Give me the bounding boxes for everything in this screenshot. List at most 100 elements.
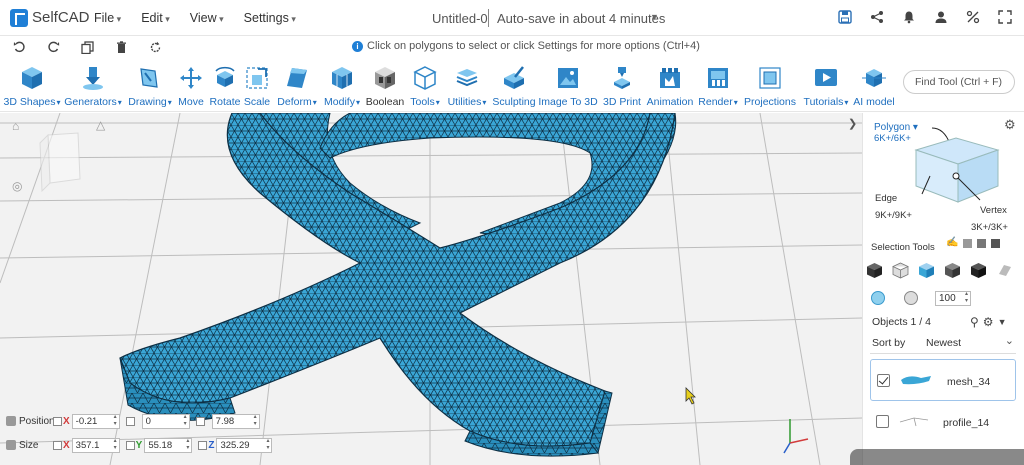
document-title[interactable]: Untitled-0 [432,11,488,26]
autosave-dropdown-icon[interactable]: ▼ [650,12,659,22]
lock-position-x-checkbox[interactable] [53,416,62,426]
refresh-icon[interactable] [146,39,164,55]
scale-icon [244,64,270,92]
position-z-input[interactable]: 7.98 [211,413,260,429]
tool-render[interactable]: Render [697,60,739,112]
edge-count: 9K+/9K+ [875,210,912,221]
objects-settings-gear-icon[interactable]: ⚙ [983,315,994,329]
select-cube-icon[interactable] [963,239,973,248]
face-cube-select-icon[interactable] [918,262,935,279]
object-item-mesh-34[interactable]: mesh_34 [870,359,1016,401]
lock-size-y-checkbox[interactable] [125,440,135,450]
size-y-input[interactable]: 55.18 [144,437,193,453]
tool-generators[interactable]: Generators [62,60,124,112]
notification-bell-icon[interactable] [900,8,918,26]
boolean-icon [372,64,398,92]
tool-animation[interactable]: Animation [644,60,696,112]
save-icon[interactable] [836,8,854,26]
menu-file[interactable]: File [94,11,121,25]
tool-3d-shapes[interactable]: 3D Shapes [2,60,62,112]
delete-trash-icon[interactable] [112,39,130,55]
find-tool-input[interactable]: Find Tool (Ctrl + F) [903,70,1015,94]
brush-size-input[interactable]: 100 [935,291,971,306]
tool-projections[interactable]: Projections [742,60,798,112]
tool-sculpting[interactable]: Sculpting [491,60,537,112]
fullscreen-icon[interactable] [996,8,1014,26]
menu-view[interactable]: View [190,11,224,25]
wire-cube-select-icon[interactable] [892,262,909,279]
app-logo[interactable]: SelfCAD [10,8,90,27]
tool-tutorials[interactable]: Tutorials [800,60,852,112]
ai-model-icon [861,64,887,92]
home-view-icon[interactable]: ⌂ [12,119,19,133]
sculpting-brush-icon [501,64,527,92]
tool-image-to-3d[interactable]: Image To 3D [538,60,598,112]
units-percent-icon[interactable] [964,8,982,26]
tool-scale[interactable]: Scale [243,60,271,112]
perspective-camera-icon[interactable]: △ [96,118,105,132]
sort-by-select[interactable]: Newest [926,334,1014,349]
vertex-count: 3K+/3K+ [971,222,1008,233]
mesh-34-object [119,113,677,457]
object-item-profile-14[interactable]: profile_14 [870,404,1016,442]
axis-gizmo [783,419,809,454]
tool-tools[interactable]: Tools [407,60,443,112]
sort-divider [870,353,1016,354]
edge-mode-label[interactable]: Edge [875,193,897,204]
tool-deform[interactable]: Deform [273,60,321,112]
solid-cube-select-icon[interactable] [866,262,883,279]
position-y-input[interactable]: 0 [141,413,190,429]
shaded-cube-select-icon[interactable] [944,262,961,279]
vertex-mode-label[interactable]: Vertex [980,205,1007,216]
undo-icon[interactable] [10,39,28,55]
size-icon [6,440,16,450]
position-icon [6,416,16,426]
position-x-input[interactable]: -0.21 [71,413,120,429]
lock-position-y-checkbox[interactable] [125,416,135,426]
tool-boolean[interactable]: Boolean [364,60,406,112]
hint-text: Click on polygons to select or click Set… [367,40,700,52]
orbit-target-icon[interactable]: ◎ [12,179,22,193]
menu-settings[interactable]: Settings [244,11,296,25]
modify-icon [329,64,355,92]
autosave-status[interactable]: Auto-save in about 4 minutes [497,11,665,26]
share-icon[interactable] [868,8,886,26]
lasso-select-icon[interactable]: ✍ [946,237,958,248]
objects-menu-caret-icon[interactable]: ▼ [998,317,1007,329]
tool-modify[interactable]: Modify [321,60,363,112]
redo-icon[interactable] [44,39,62,55]
transform-panel: Position X -0.21 0 7.98 Size X 357.1 Y 5… [6,412,306,462]
position-row: Position X -0.21 0 7.98 [6,412,260,430]
menu-edit[interactable]: Edit [141,11,170,25]
tool-3d-print[interactable]: 3D Print [601,60,643,112]
lock-size-x-checkbox[interactable] [53,440,62,450]
flat-face-select-icon[interactable] [996,262,1013,279]
tool-drawing[interactable]: Drawing [124,60,176,112]
size-row: Size X 357.1 Y 55.18 Z 325.29 [6,436,273,454]
dark-cube-select-icon[interactable] [970,262,987,279]
deform-icon [284,64,310,92]
brush-circle-icon[interactable] [871,291,885,305]
lock-position-z-checkbox[interactable] [195,416,205,426]
tool-utilities[interactable]: Utilities [444,60,490,112]
select-all-icon[interactable] [991,239,1001,248]
size-z-input[interactable]: 325.29 [216,437,273,453]
view-cube [39,132,81,193]
tool-move[interactable]: Move [176,60,206,112]
tool-rotate[interactable]: Rotate [208,60,242,112]
title-divider [488,9,489,27]
copy-icon[interactable] [78,39,96,55]
selection-mode-cube[interactable] [900,120,1010,215]
size-x-input[interactable]: 357.1 [71,437,120,453]
user-account-icon[interactable] [932,8,950,26]
object-visible-checkbox[interactable] [876,415,889,428]
info-icon: i [352,40,363,52]
tool-ai-model[interactable]: AI model [852,60,896,112]
search-objects-icon[interactable]: ⚲ [970,315,979,329]
collapse-panel-chevron-icon[interactable]: ❯ [848,117,857,130]
brush-sphere-icon[interactable] [904,291,918,305]
objects-actions: ⚲ ⚙ ▼ [970,315,1006,329]
object-visible-checkbox[interactable] [877,374,890,387]
select-box-icon[interactable] [977,239,987,248]
lock-size-z-checkbox[interactable] [198,440,208,450]
